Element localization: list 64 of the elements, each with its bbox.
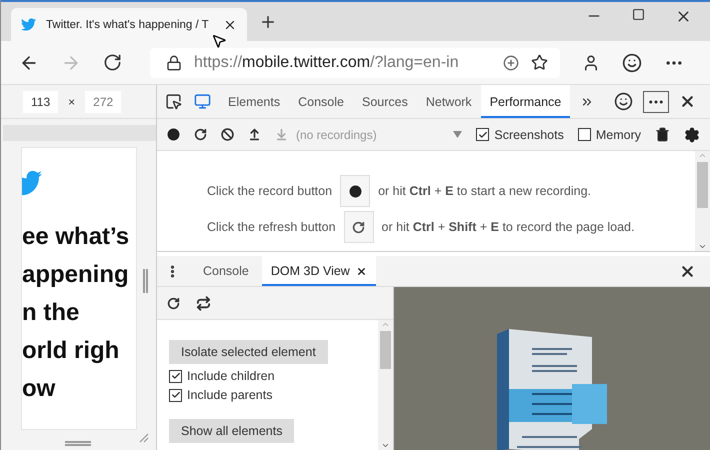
height-field[interactable]: 272	[85, 90, 122, 112]
headline-text: appening	[22, 260, 130, 290]
maximize-icon[interactable]	[632, 8, 645, 21]
headline-text: ow	[22, 374, 56, 404]
clear-icon[interactable]	[221, 128, 234, 141]
hint-button[interactable]	[340, 175, 370, 207]
add-icon[interactable]	[503, 54, 519, 70]
refresh-icon[interactable]	[167, 296, 180, 310]
drawer-tab[interactable]: DOM 3D View	[262, 256, 376, 286]
headline-text: ee what’s	[22, 222, 130, 252]
devtools-tab[interactable]: Console	[289, 85, 353, 118]
hint-text: or hit Ctrl + Shift + E to record the page load.	[382, 220, 634, 234]
width-field[interactable]: 113	[23, 90, 58, 112]
refresh-icon	[352, 220, 366, 234]
hint-text: Click the refresh button	[207, 220, 336, 234]
scroll-down-icon[interactable]	[698, 242, 707, 251]
checkbox[interactable]	[169, 388, 182, 402]
tab-title: Twitter. It's what's happening / T	[46, 18, 210, 30]
trash-icon[interactable]	[655, 127, 670, 142]
close-tab-icon[interactable]	[356, 266, 367, 276]
profile-icon[interactable]	[582, 54, 600, 72]
isolate-button[interactable]: Isolate selected element	[169, 340, 328, 364]
devtools-tab[interactable]: Network	[416, 85, 481, 118]
show-all-button[interactable]: Show all elements	[169, 419, 294, 443]
resize-handle[interactable]	[65, 441, 91, 446]
swap-icon[interactable]	[196, 296, 211, 310]
scrollbar[interactable]	[378, 320, 393, 450]
scrollbar[interactable]	[695, 151, 710, 251]
3d-viewport[interactable]	[394, 287, 710, 450]
checkbox[interactable]	[476, 128, 490, 141]
star-icon[interactable]	[531, 54, 548, 71]
refresh-icon[interactable]	[103, 53, 122, 72]
option-checkbox-label[interactable]: Memory	[578, 128, 641, 142]
hint-button[interactable]	[344, 211, 374, 243]
option-checkbox-label[interactable]: Screenshots	[476, 128, 564, 142]
more-icon[interactable]	[643, 90, 669, 112]
headline-text: orld righ	[22, 336, 120, 366]
record-icon[interactable]	[167, 128, 180, 141]
settings-icon[interactable]	[684, 126, 700, 142]
upload-icon[interactable]	[248, 128, 261, 141]
hint-text: Click the record button	[207, 184, 332, 198]
devtools-tab[interactable]: Performance	[480, 85, 570, 118]
devtools-tab[interactable]: Elements	[219, 85, 290, 118]
smiley-icon[interactable]	[622, 52, 642, 72]
scroll-down-icon[interactable]	[381, 441, 390, 450]
record-icon	[348, 184, 362, 198]
address-field[interactable]: https://mobile.twitter.com/?lang=en-in	[150, 48, 560, 78]
lock-icon	[166, 54, 182, 70]
reload-icon[interactable]	[194, 128, 207, 141]
option-checkbox-label[interactable]: Include children	[169, 369, 275, 383]
devtools-tab[interactable]: Sources	[352, 85, 417, 118]
option-checkbox-label[interactable]: Include parents	[169, 388, 272, 402]
scrollbar-thumb[interactable]	[380, 331, 391, 369]
smiley-icon[interactable]	[612, 90, 635, 113]
drawer-tab[interactable]: Console	[194, 256, 258, 286]
checkbox[interactable]	[169, 370, 182, 382]
dimension-separator: ×	[68, 94, 76, 108]
bird-icon	[21, 17, 36, 32]
checkbox[interactable]	[578, 128, 591, 141]
resize-handle[interactable]	[143, 269, 148, 293]
dropdown-caret-icon[interactable]	[453, 131, 462, 138]
headline-text: n the	[22, 298, 80, 328]
hint-text: or hit Ctrl + E to start a new recording.	[378, 184, 592, 198]
scrollbar-thumb[interactable]	[697, 162, 708, 208]
